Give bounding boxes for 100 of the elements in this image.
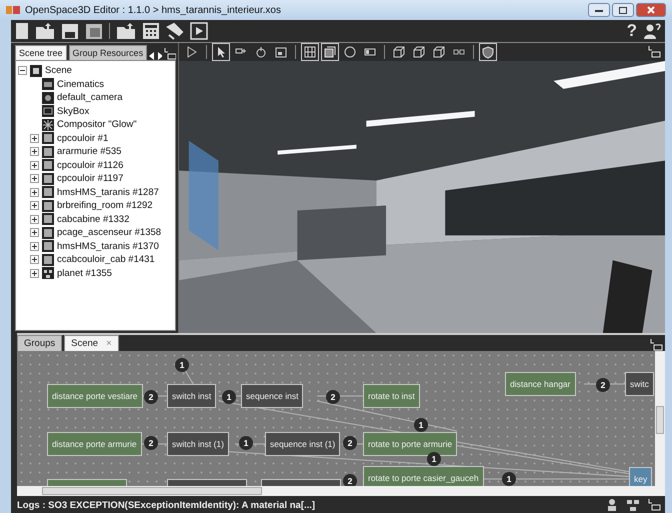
tree-item[interactable]: Scene <box>45 65 72 76</box>
tree-item[interactable]: brbreifing_room #1292 <box>57 200 153 212</box>
undock-icon[interactable] <box>164 48 176 60</box>
link-count-badge: 1 <box>175 358 189 372</box>
window-title: OpenSpace3D Editor : 1.1.0 > hms_tarannis_interieur.xos <box>25 4 281 16</box>
link-count-badge: 2 <box>144 390 158 404</box>
expand-toggle[interactable] <box>30 242 39 251</box>
cube-icon <box>42 159 54 172</box>
cursor-icon[interactable] <box>212 43 230 61</box>
box-icon <box>42 105 54 118</box>
expand-toggle[interactable] <box>30 174 39 184</box>
vertical-scrollbar[interactable] <box>655 351 665 486</box>
network-icon[interactable] <box>626 498 640 512</box>
grid-node-icon <box>42 267 54 280</box>
graph-node[interactable]: switch inst <box>167 384 216 408</box>
expand-toggle[interactable] <box>30 228 39 238</box>
tree-item[interactable]: default_camera <box>57 92 122 104</box>
link-count-badge: 2 <box>144 436 158 450</box>
link-count-badge: 1 <box>427 452 441 466</box>
tree-item[interactable]: planet #1355 <box>57 268 112 279</box>
undock-icon[interactable] <box>650 339 663 351</box>
tree-item[interactable]: pcage_ascenseur #1358 <box>57 227 162 238</box>
graph-node[interactable]: distance hangar <box>505 372 576 396</box>
shaded-icon[interactable] <box>321 43 339 61</box>
log-message: Logs : SO3 EXCEPTION(SExceptionItemIdentity): A material na[...] <box>17 500 316 510</box>
save-as-icon[interactable] <box>85 22 103 40</box>
calculator-icon[interactable] <box>142 22 160 40</box>
link-count-badge: 2 <box>343 474 357 486</box>
graph-node[interactable]: distance porte armurie <box>47 432 142 456</box>
undock-icon[interactable] <box>648 499 661 511</box>
scene-icon <box>30 64 42 77</box>
panel-tab[interactable]: Scene × <box>64 335 119 351</box>
app-icon <box>6 5 20 15</box>
graph-node[interactable]: sequence inst <box>241 384 304 408</box>
play-icon[interactable] <box>190 22 208 40</box>
new-document-icon[interactable] <box>15 22 29 40</box>
grid-icon[interactable] <box>301 43 319 61</box>
cube-icon <box>42 172 54 185</box>
graph-node[interactable]: sequence inst (1) <box>265 432 340 456</box>
graph-node[interactable]: distance porte vestiare <box>47 384 143 408</box>
save-icon[interactable] <box>61 22 79 40</box>
cube-icon <box>42 254 54 266</box>
shield-icon[interactable] <box>479 43 497 61</box>
link-count-badge: 1 <box>222 390 236 404</box>
panel-tab[interactable]: Group Resources <box>68 45 148 60</box>
tree-item[interactable]: ccabcouloir_cab #1431 <box>57 254 155 266</box>
help-button[interactable]: ? <box>626 22 637 40</box>
film-icon <box>42 78 54 90</box>
expand-toggle[interactable] <box>30 147 39 156</box>
tree-item[interactable]: SkyBox <box>57 106 90 117</box>
minimize-button[interactable] <box>588 3 610 17</box>
tree-item[interactable]: cpcouloir #1 <box>57 132 108 144</box>
tree-item[interactable]: cabcabine #1332 <box>57 214 130 225</box>
cube-icon <box>42 226 54 239</box>
user-help-icon[interactable] <box>643 22 661 40</box>
cube-icon <box>42 146 54 158</box>
tree-item[interactable]: hmsHMS_taranis #1370 <box>57 240 159 252</box>
panel-tab[interactable]: Groups <box>17 335 62 351</box>
minimize-icon <box>595 8 603 12</box>
graph-node[interactable]: rotate to inst <box>363 384 420 408</box>
cube-icon <box>42 186 54 198</box>
undock-icon[interactable] <box>648 46 661 58</box>
graph-node[interactable]: switc <box>625 372 654 396</box>
graph-node[interactable]: switch inst (1) <box>167 432 229 456</box>
link-count-badge: 2 <box>596 378 610 392</box>
graph-node[interactable]: rotate to porte casier_gauceh <box>363 466 484 486</box>
maximize-icon <box>619 6 627 14</box>
cube-icon <box>42 200 54 212</box>
tree-item[interactable]: Compositor "Glow" <box>57 119 137 130</box>
graph-node[interactable]: rotate to porte armurie <box>363 432 458 456</box>
link-count-badge: 1 <box>414 418 428 432</box>
expand-toggle[interactable] <box>30 188 39 197</box>
expand-toggle[interactable] <box>30 255 39 264</box>
expand-toggle[interactable] <box>30 160 39 170</box>
link-count-badge: 1 <box>239 436 253 450</box>
tree-item[interactable]: Cinematics <box>57 78 104 90</box>
checker-icon <box>42 118 54 131</box>
expand-toggle[interactable] <box>30 201 39 210</box>
tree-item[interactable]: hmsHMS_taranis #1287 <box>57 186 159 198</box>
link-count-badge: 2 <box>343 436 357 450</box>
collapse-toggle[interactable] <box>18 66 27 76</box>
link-count-badge: 2 <box>326 390 340 404</box>
tree-item[interactable]: cpcouloir #1126 <box>57 160 124 171</box>
expand-toggle[interactable] <box>30 268 39 278</box>
horizontal-scrollbar[interactable] <box>17 486 665 496</box>
close-button[interactable] <box>636 3 666 17</box>
link-count-badge: 1 <box>502 472 516 486</box>
tree-item[interactable]: cpcouloir #1197 <box>57 173 124 184</box>
expand-toggle[interactable] <box>30 134 39 143</box>
tree-item[interactable]: ararmurie #535 <box>57 146 122 158</box>
camera-icon <box>42 92 54 104</box>
import-folder-icon[interactable] <box>116 22 136 40</box>
cube-icon <box>42 240 54 252</box>
panel-tab[interactable]: Scene tree <box>15 45 67 60</box>
expand-toggle[interactable] <box>30 214 39 224</box>
open-folder-icon[interactable] <box>35 22 55 40</box>
scroll-right-icon[interactable] <box>156 52 162 60</box>
cube-icon <box>42 213 54 226</box>
maximize-button[interactable] <box>612 3 634 17</box>
close-icon <box>647 6 655 14</box>
